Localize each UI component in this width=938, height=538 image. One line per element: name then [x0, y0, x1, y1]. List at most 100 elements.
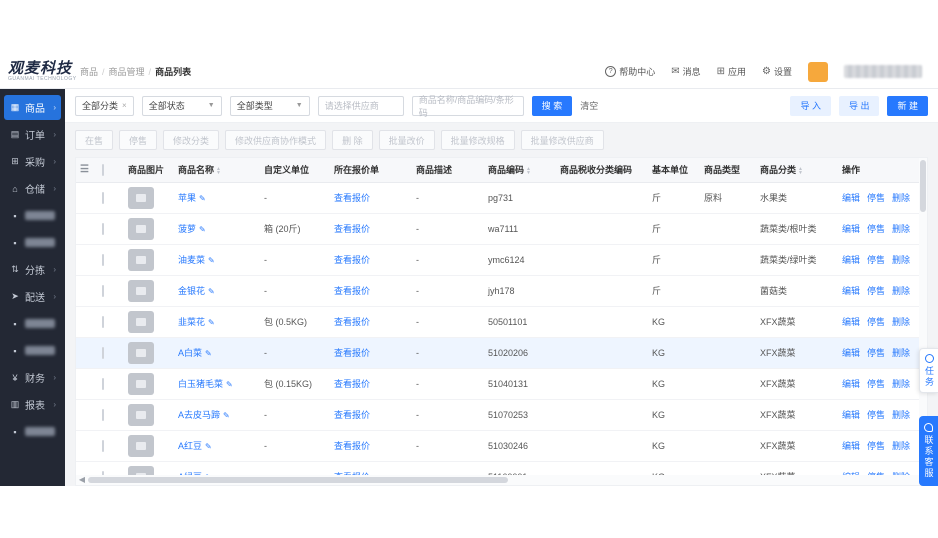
sidebar-item-redacted[interactable]: ▪ [4, 311, 61, 336]
product-name-link[interactable]: 菠萝 [178, 224, 196, 234]
breadcrumb-link[interactable]: 商品 [80, 65, 98, 78]
product-name-link[interactable]: 韭菜花 [178, 317, 205, 327]
sidebar-item-finance[interactable]: ¥ 财务 › [4, 365, 61, 390]
remove-tag-icon[interactable]: × [122, 101, 127, 110]
row-checkbox[interactable] [102, 439, 104, 452]
view-quote-link[interactable]: 查看报价 [334, 379, 370, 389]
edit-name-icon[interactable]: ✎ [205, 349, 212, 358]
supplier-input[interactable]: 请选择供应商 [317, 95, 404, 116]
edit-action-link[interactable]: 编辑 [842, 222, 860, 235]
delete-action-link[interactable]: 删除 [892, 191, 910, 204]
status-select[interactable]: 全部状态 ▼ [141, 95, 222, 116]
batch-button[interactable]: 批量修改规格 [440, 130, 515, 150]
stop-sale-action-link[interactable]: 停售 [867, 284, 885, 297]
edit-name-icon[interactable]: ✎ [199, 194, 206, 203]
edit-action-link[interactable]: 编辑 [842, 284, 860, 297]
delete-action-link[interactable]: 删除 [892, 408, 910, 421]
batch-button[interactable]: 停售 [119, 130, 158, 150]
edit-action-link[interactable]: 编辑 [842, 346, 860, 359]
edit-name-icon[interactable]: ✎ [208, 318, 215, 327]
clear-filters-button[interactable]: 清空 [580, 99, 598, 112]
sidebar-item-redacted[interactable]: ▪ [4, 419, 61, 444]
type-select[interactable]: 全部类型 ▼ [229, 95, 310, 116]
import-button[interactable]: 导 入 [790, 95, 831, 116]
view-quote-link[interactable]: 查看报价 [334, 193, 370, 203]
horizontal-scrollbar[interactable]: ◀ [76, 475, 919, 485]
product-name-link[interactable]: A红豆 [178, 441, 202, 451]
select-all-checkbox[interactable] [102, 163, 104, 176]
topbar-apps-button[interactable]: ⊞ 应用 [717, 65, 746, 78]
create-button[interactable]: 新 建 [887, 95, 928, 116]
avatar[interactable] [808, 61, 828, 82]
row-checkbox[interactable] [102, 346, 104, 359]
export-button[interactable]: 导 出 [838, 95, 880, 116]
sidebar-item-orders[interactable]: ▤ 订单 › [4, 122, 61, 147]
edit-name-icon[interactable]: ✎ [205, 442, 212, 451]
sidebar-item-goods[interactable]: ▦ 商品 › [4, 95, 61, 120]
topbar-settings-button[interactable]: ⚙ 设置 [762, 65, 792, 78]
stop-sale-action-link[interactable]: 停售 [867, 191, 885, 204]
stop-sale-action-link[interactable]: 停售 [867, 439, 885, 452]
sidebar-item-redacted[interactable]: ▪ [4, 230, 61, 255]
topbar-message-button[interactable]: ✉ 消息 [671, 65, 700, 78]
sort-icon[interactable]: ▲ ▼ [216, 166, 221, 175]
batch-button[interactable]: 删 除 [332, 130, 373, 150]
batch-button[interactable]: 修改供应商协作模式 [225, 130, 327, 150]
edit-action-link[interactable]: 编辑 [842, 253, 860, 266]
product-name-link[interactable]: 金银花 [178, 286, 205, 296]
stop-sale-action-link[interactable]: 停售 [867, 315, 885, 328]
view-quote-link[interactable]: 查看报价 [334, 317, 370, 327]
batch-button[interactable]: 修改分类 [163, 130, 220, 150]
sidebar-item-purchase[interactable]: ⊞ 采购 › [4, 149, 61, 174]
delete-action-link[interactable]: 删除 [892, 439, 910, 452]
row-checkbox[interactable] [102, 377, 104, 390]
view-quote-link[interactable]: 查看报价 [334, 286, 370, 296]
stop-sale-action-link[interactable]: 停售 [867, 408, 885, 421]
horizontal-scrollbar-thumb[interactable] [88, 477, 508, 483]
edit-name-icon[interactable]: ✎ [208, 287, 215, 296]
product-name-link[interactable]: 苹果 [178, 193, 196, 203]
edit-name-icon[interactable]: ✎ [223, 411, 230, 420]
search-button[interactable]: 搜 索 [531, 95, 573, 116]
topbar-help-button[interactable]: ? 帮助中心 [605, 65, 655, 78]
vertical-scrollbar-thumb[interactable] [920, 160, 926, 212]
delete-action-link[interactable]: 删除 [892, 222, 910, 235]
view-quote-link[interactable]: 查看报价 [334, 255, 370, 265]
product-name-link[interactable]: A白菜 [178, 348, 202, 358]
edit-action-link[interactable]: 编辑 [842, 439, 860, 452]
delete-action-link[interactable]: 删除 [892, 253, 910, 266]
keyword-search-input[interactable]: 商品名称/商品编码/条形码 [411, 95, 524, 118]
stop-sale-action-link[interactable]: 停售 [867, 222, 885, 235]
edit-name-icon[interactable]: ✎ [226, 380, 233, 389]
stop-sale-action-link[interactable]: 停售 [867, 377, 885, 390]
row-checkbox[interactable] [102, 408, 104, 421]
edit-name-icon[interactable]: ✎ [208, 256, 215, 265]
stop-sale-action-link[interactable]: 停售 [867, 346, 885, 359]
column-settings-icon[interactable]: ☰ [80, 164, 89, 175]
view-quote-link[interactable]: 查看报价 [334, 441, 370, 451]
sidebar-item-delivery[interactable]: ➤ 配送 › [4, 284, 61, 309]
batch-button[interactable]: 批量改价 [378, 130, 435, 150]
product-name-link[interactable]: 油麦菜 [178, 255, 205, 265]
sort-icon[interactable]: ▲ ▼ [798, 166, 803, 175]
edit-action-link[interactable]: 编辑 [842, 377, 860, 390]
sidebar-item-warehouse[interactable]: ⌂ 仓储 › [4, 176, 61, 201]
delete-action-link[interactable]: 删除 [892, 284, 910, 297]
view-quote-link[interactable]: 查看报价 [334, 410, 370, 420]
contact-service-button[interactable]: 联系客服 [919, 416, 938, 486]
sidebar-item-redacted[interactable]: ▪ [4, 338, 61, 363]
sort-icon[interactable]: ▲ ▼ [526, 166, 531, 175]
row-checkbox[interactable] [102, 284, 104, 297]
row-checkbox[interactable] [102, 191, 104, 204]
stop-sale-action-link[interactable]: 停售 [867, 253, 885, 266]
edit-action-link[interactable]: 编辑 [842, 408, 860, 421]
row-checkbox[interactable] [102, 253, 104, 266]
batch-button[interactable]: 在售 [75, 130, 114, 150]
view-quote-link[interactable]: 查看报价 [334, 348, 370, 358]
batch-button[interactable]: 批量修改供应商 [520, 130, 604, 150]
sidebar-item-sorting[interactable]: ⇅ 分拣 › [4, 257, 61, 282]
edit-action-link[interactable]: 编辑 [842, 315, 860, 328]
hscroll-left-arrow[interactable]: ◀ [76, 475, 88, 485]
category-filter-tag[interactable]: 全部分类 × [75, 95, 134, 116]
product-name-link[interactable]: A去皮马蹄 [178, 410, 220, 420]
